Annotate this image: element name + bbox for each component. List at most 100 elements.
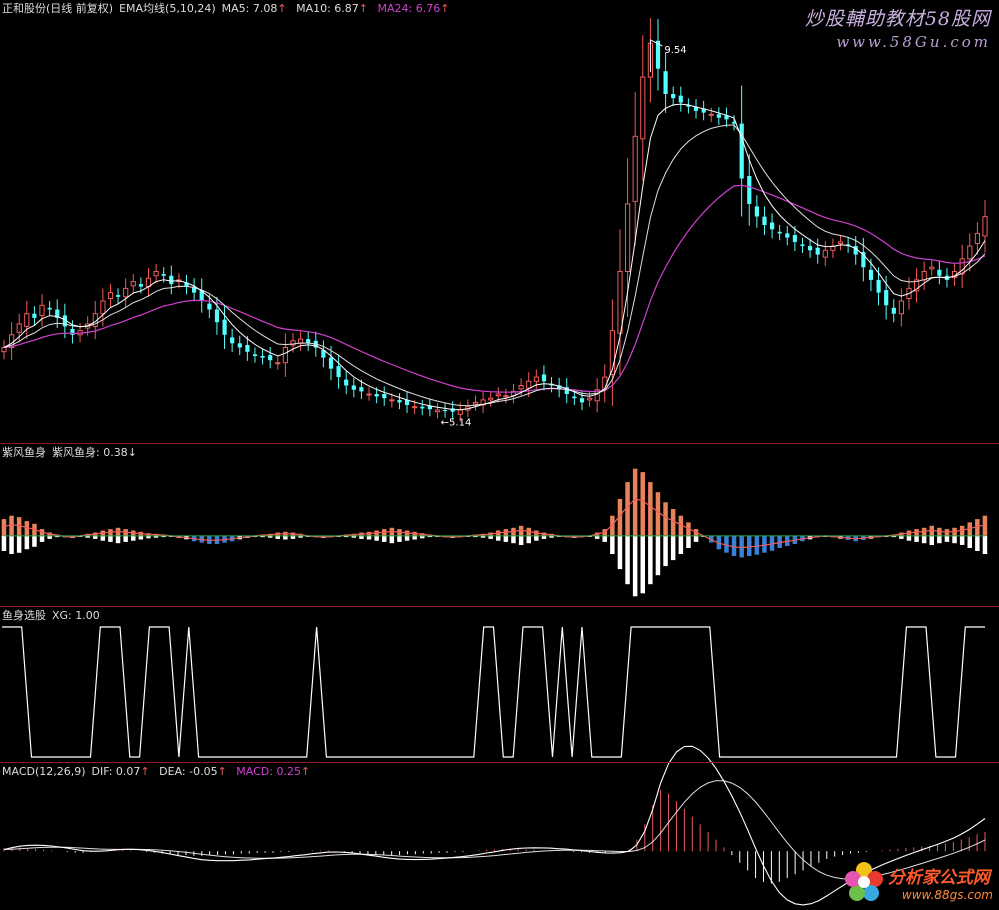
candle-down xyxy=(808,246,813,251)
fish-bar-mirror xyxy=(610,535,615,554)
candle-up xyxy=(617,271,623,334)
fish-bar-mirror xyxy=(123,535,128,542)
watermark-top: 炒股輔助教材58股网 www.58Gu.com xyxy=(805,4,991,51)
candle-down xyxy=(382,394,387,399)
fish-bar-mirror xyxy=(602,535,607,542)
macd-up-arrow-icon: ↑ xyxy=(300,765,311,778)
indicator-name: EMA均线(5,10,24) xyxy=(119,2,216,15)
candle-up xyxy=(526,380,532,389)
fish-bar-mirror xyxy=(906,535,912,541)
ma5-label: MA5: 7.08 xyxy=(221,2,278,15)
candle-down xyxy=(351,385,356,390)
panel2-down-arrow-icon: ↓ xyxy=(127,446,137,459)
candle-down xyxy=(572,396,577,399)
low-marker-label: ←5.14 xyxy=(441,418,472,429)
fish-bar-mirror xyxy=(967,535,972,548)
fish-line xyxy=(3,498,986,549)
fish-bar-mirror xyxy=(526,535,531,544)
candle-up xyxy=(366,393,372,396)
candlestick-panel xyxy=(1,18,988,422)
candle-down xyxy=(777,231,782,234)
dea-line xyxy=(3,780,986,880)
candle-down xyxy=(214,309,220,323)
fish-bar-down xyxy=(747,535,752,556)
candle-up xyxy=(100,300,106,315)
fish-bar-mirror xyxy=(944,535,950,542)
candle-up xyxy=(123,287,129,298)
fish-bar-mirror xyxy=(617,535,623,570)
ma24-up-arrow-icon: ↑ xyxy=(440,2,450,15)
fish-bar-mirror xyxy=(632,535,638,597)
candle-up xyxy=(389,399,395,402)
fish-bar-up xyxy=(648,482,653,536)
candle-down xyxy=(359,387,364,392)
candle-up xyxy=(434,409,441,413)
fish-bar-mirror xyxy=(100,535,106,541)
fish-bar-mirror xyxy=(404,535,410,541)
ma5-line xyxy=(3,103,986,411)
candle-down xyxy=(815,247,820,255)
panel2-value: 紫风鱼身: 0.38 xyxy=(52,446,128,459)
candle-down xyxy=(739,123,744,179)
fish-bar-mirror xyxy=(982,535,988,554)
watermark-bottom-url: www.88gs.com xyxy=(901,887,993,902)
candle-up xyxy=(974,232,980,244)
candle-down xyxy=(541,374,547,382)
candle-down xyxy=(785,233,790,238)
macd-name: MACD(12,26,9) xyxy=(2,765,86,778)
candle-up xyxy=(503,395,509,398)
candle-down xyxy=(328,357,334,369)
fish-bar-mirror xyxy=(678,535,684,554)
fish-bar-mirror xyxy=(9,535,14,554)
fish-bar-mirror xyxy=(138,535,144,540)
ma24-label: MA24: 6.76 xyxy=(377,2,441,15)
candle-down xyxy=(770,222,775,230)
fish-bar-mirror xyxy=(32,535,37,547)
candle-down xyxy=(260,356,265,358)
fish-bar-mirror xyxy=(366,535,372,540)
ma5-up-arrow-icon: ↑ xyxy=(277,2,287,15)
candle-up xyxy=(412,406,418,409)
fish-bar-mirror xyxy=(412,535,417,540)
candle-down xyxy=(747,176,752,204)
fish-bar-mirror xyxy=(686,535,691,548)
fish-bar-mirror xyxy=(534,535,539,541)
candle-down xyxy=(891,307,896,314)
watermark-bottom: 分析家公式网 www.88gs.com xyxy=(842,860,993,904)
fish-bar-up xyxy=(663,502,668,536)
fish-bar-mirror xyxy=(914,535,919,542)
fish-bar-mirror xyxy=(929,535,934,545)
candle-up xyxy=(837,241,844,245)
fish-bar-mirror xyxy=(1,535,7,551)
fish-bar-mirror xyxy=(24,535,30,550)
candle-down xyxy=(245,345,250,352)
dea-up-arrow-icon: ↑ xyxy=(217,765,227,778)
candle-up xyxy=(822,249,828,258)
fish-bar-mirror xyxy=(397,535,402,542)
candle-up xyxy=(898,300,904,315)
watermark-top-url: www.58Gu.com xyxy=(836,33,991,51)
yushen-xuangu-panel xyxy=(2,626,985,758)
fish-bar-mirror xyxy=(115,535,121,544)
candle-up xyxy=(533,376,539,382)
separator-panel3-bottom xyxy=(0,762,999,763)
candle-up xyxy=(518,385,524,390)
candle-up xyxy=(153,271,159,277)
fish-bar-mirror xyxy=(374,535,379,541)
candle-up xyxy=(982,216,988,237)
xg-signal-line xyxy=(2,626,985,758)
candle-down xyxy=(116,295,121,297)
stock-title: 正和股份(日线 前复权) xyxy=(2,2,114,15)
zifeng-yushen-panel xyxy=(1,468,988,597)
main-header: 正和股份(日线 前复权) EMA均线(5,10,24) MA5: 7.08↑ MA1… xyxy=(2,2,455,16)
fish-bar-up xyxy=(1,519,7,536)
fish-bar-mirror xyxy=(503,535,509,542)
price-annotations: 9.54 ←5.14 xyxy=(441,39,687,429)
candle-down xyxy=(169,275,174,285)
panel3-value: XG: 1.00 xyxy=(52,609,100,622)
fish-bar-mirror xyxy=(693,535,699,542)
candle-down xyxy=(252,354,258,356)
candle-down xyxy=(671,94,676,99)
fish-bar-mirror xyxy=(952,535,957,544)
fish-bar-mirror xyxy=(496,535,501,541)
